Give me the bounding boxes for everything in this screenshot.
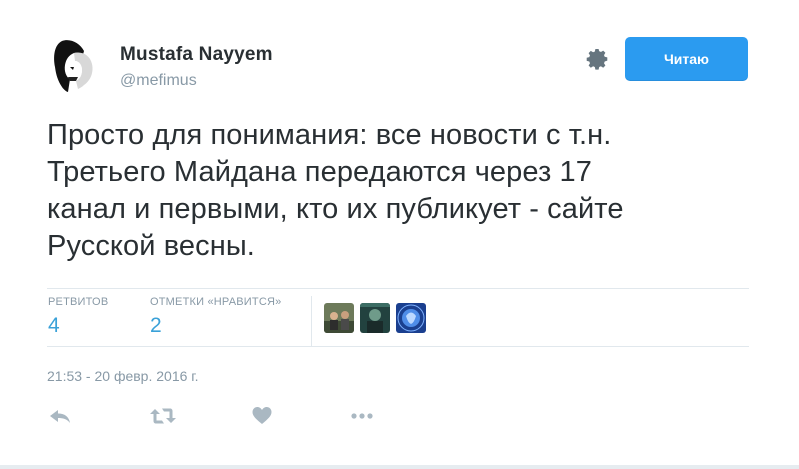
follow-button[interactable]: Читаю: [625, 37, 748, 81]
liker-avatar[interactable]: [324, 303, 354, 333]
reply-icon[interactable]: [49, 404, 71, 428]
retweets-count[interactable]: 4: [48, 314, 60, 338]
divider: [47, 288, 749, 289]
profile-image: [48, 37, 98, 95]
retweets-label[interactable]: РЕТВИТОВ: [48, 296, 108, 308]
likes-count[interactable]: 2: [150, 314, 162, 338]
divider: [47, 346, 749, 347]
bottom-border: [0, 465, 799, 469]
liker-avatar[interactable]: [396, 303, 426, 333]
display-name[interactable]: Mustafa Nayyem: [120, 44, 273, 66]
heart-icon[interactable]: [252, 404, 272, 428]
avatar[interactable]: [48, 37, 98, 95]
tweet-text: Просто для понимания: все новости с т.н.…: [47, 119, 624, 262]
more-icon[interactable]: [350, 404, 374, 428]
tweet-card: Mustafa Nayyem @mefimus Читаю Просто для…: [0, 0, 799, 469]
retweet-icon[interactable]: [149, 404, 177, 428]
liker-avatar[interactable]: [360, 303, 390, 333]
stats-separator: [311, 296, 312, 346]
likes-label[interactable]: ОТМЕТКИ «НРАВИТСЯ»: [150, 296, 281, 308]
timestamp[interactable]: 21:53 - 20 февр. 2016 г.: [47, 368, 199, 384]
gear-icon[interactable]: [586, 47, 610, 71]
username[interactable]: @mefimus: [120, 72, 197, 90]
